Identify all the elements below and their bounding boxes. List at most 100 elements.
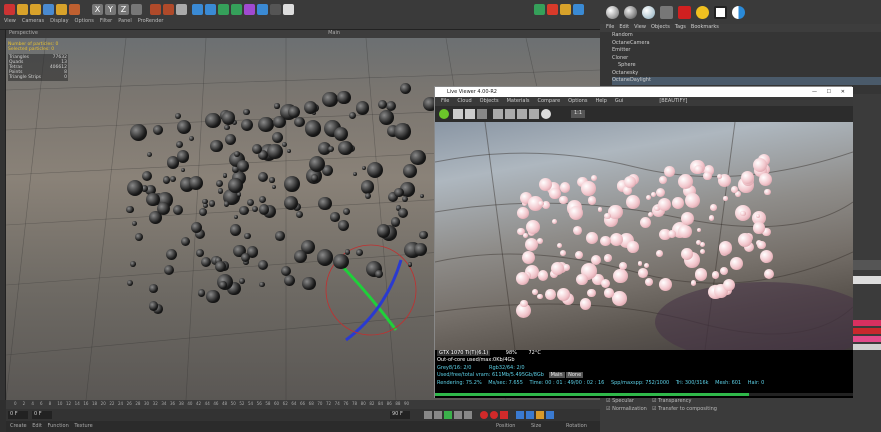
scale-dropdown[interactable]: 1:1 [571,110,585,118]
checkbox-icon[interactable]: ☑ [652,398,656,404]
next-key-icon[interactable] [454,411,462,419]
go-end-icon[interactable] [464,411,472,419]
material-mix-icon[interactable] [624,6,637,19]
undo-icon[interactable] [4,4,15,15]
vp-menu-filter[interactable]: Filter [100,18,112,26]
hdri-icon[interactable] [732,6,745,19]
cloner-icon[interactable] [231,4,242,15]
attr-transfer-compositing[interactable]: ☑ Transfer to compositing [652,406,717,414]
lv-menu-compare[interactable]: Compare [537,97,560,106]
main-button[interactable]: Main [548,372,565,379]
object-row[interactable]: Emitter [612,47,881,55]
checkbox-icon[interactable]: ☑ [652,406,656,412]
lv-menu-objects[interactable]: Objects [480,97,499,106]
object-row[interactable]: OctaneDaylight [612,77,881,85]
restart-icon[interactable] [453,109,463,119]
object-row[interactable]: Sphere [612,62,881,70]
light-icon[interactable] [283,4,294,15]
x-axis-icon[interactable]: X [92,4,103,15]
none-button[interactable]: None [566,372,584,379]
subdivision-icon[interactable] [218,4,229,15]
stop-icon[interactable] [477,109,487,119]
octane-live-viewer-icon[interactable] [534,4,545,15]
om-menu-view[interactable]: View [634,24,646,32]
lv-menu-options[interactable]: Options [568,97,587,106]
vp-menu-panel[interactable]: Panel [118,18,132,26]
lv-menu-gui[interactable]: Gui [615,97,623,106]
material-picker-icon[interactable] [541,109,551,119]
om-menu-bookmarks[interactable]: Bookmarks [691,24,719,32]
mm-menu-texture[interactable]: Texture [74,423,92,429]
keyframe-selection-icon[interactable] [500,411,508,419]
maximize-icon[interactable]: ☐ [827,87,831,97]
focus-picker-icon[interactable] [529,109,539,119]
record-icon[interactable] [480,411,488,419]
vp-menu-options[interactable]: Options [75,18,94,26]
lv-menu-file[interactable]: File [441,97,449,106]
octane-settings-icon[interactable] [547,4,558,15]
key-scale-icon[interactable] [526,411,534,419]
floor-icon[interactable] [257,4,268,15]
attr-specular[interactable]: ☑ Specular [606,398,634,406]
live-viewer-render[interactable] [435,122,853,350]
object-row[interactable]: Octanesky [612,70,881,78]
live-viewer-titlebar[interactable]: Live Viewer 4.00-R2 — ☐ ✕ [435,87,853,97]
prev-key-icon[interactable] [434,411,442,419]
color-swatch[interactable] [851,344,881,350]
clay-mode-icon[interactable] [493,109,503,119]
mm-menu-create[interactable]: Create [10,423,27,429]
key-rotation-icon[interactable] [536,411,544,419]
timeline-ruler[interactable]: 0 2 4 6 8 10 12 14 16 18 20 22 24 26 28 30 32 34 36 38 40 42 4… [6,400,600,409]
vp-menu-view[interactable]: View [4,18,16,26]
color-swatch[interactable] [851,328,881,334]
key-param-icon[interactable] [546,411,554,419]
start-frame-field[interactable]: 0 F [8,411,28,419]
rotate-icon[interactable] [56,4,67,15]
octane-material-icon[interactable] [560,4,571,15]
pen-icon[interactable] [205,4,216,15]
y-axis-icon[interactable]: Y [105,4,116,15]
color-swatch[interactable] [851,336,881,342]
key-position-icon[interactable] [516,411,524,419]
deformer-icon[interactable] [244,4,255,15]
region-render-icon[interactable] [505,109,515,119]
object-row[interactable]: Random [612,32,881,40]
autokey-icon[interactable] [490,411,498,419]
object-row[interactable]: Cloner [612,55,881,63]
live-viewer-window[interactable]: Live Viewer 4.00-R2 — ☐ ✕ File Cloud Obj… [434,86,853,398]
octane-sky-icon[interactable] [573,4,584,15]
color-swatch[interactable] [851,320,881,326]
scale-icon[interactable] [43,4,54,15]
z-axis-icon[interactable]: Z [118,4,129,15]
vp-menu-cameras[interactable]: Cameras [22,18,44,26]
render-settings-icon[interactable] [176,4,187,15]
end-frame-field[interactable]: 90 F [390,411,410,419]
lv-menu-help[interactable]: Help [595,97,606,106]
go-start-icon[interactable] [424,411,432,419]
material-glossy-icon[interactable] [642,6,655,19]
checkbox-icon[interactable]: ☑ [606,398,610,404]
move-icon[interactable] [17,4,28,15]
lv-menu-materials[interactable]: Materials [507,97,530,106]
close-icon[interactable]: ✕ [841,87,845,97]
attr-field[interactable] [852,260,881,270]
recent-tool-icon[interactable] [69,4,80,15]
current-frame-field[interactable]: 0 F [32,411,52,419]
area-light-icon[interactable] [714,6,727,19]
vp-menu-prorender[interactable]: ProRender [138,18,164,26]
material-sphere-icon[interactable] [606,6,619,19]
play-icon[interactable] [444,411,452,419]
render-view-icon[interactable] [150,4,161,15]
pause-icon[interactable] [465,109,475,119]
object-row[interactable]: OctaneCamera [612,40,881,48]
mm-menu-function[interactable]: Function [48,423,69,429]
om-menu-tags[interactable]: Tags [675,24,686,32]
render-picture-icon[interactable] [163,4,174,15]
live-selection-icon[interactable] [30,4,41,15]
checkbox-icon[interactable]: ☑ [606,406,610,412]
lv-menu-cloud[interactable]: Cloud [457,97,471,106]
om-menu-edit[interactable]: Edit [619,24,629,32]
attr-field[interactable] [852,276,881,284]
vp-menu-display[interactable]: Display [50,18,68,26]
camera-icon[interactable] [270,4,281,15]
